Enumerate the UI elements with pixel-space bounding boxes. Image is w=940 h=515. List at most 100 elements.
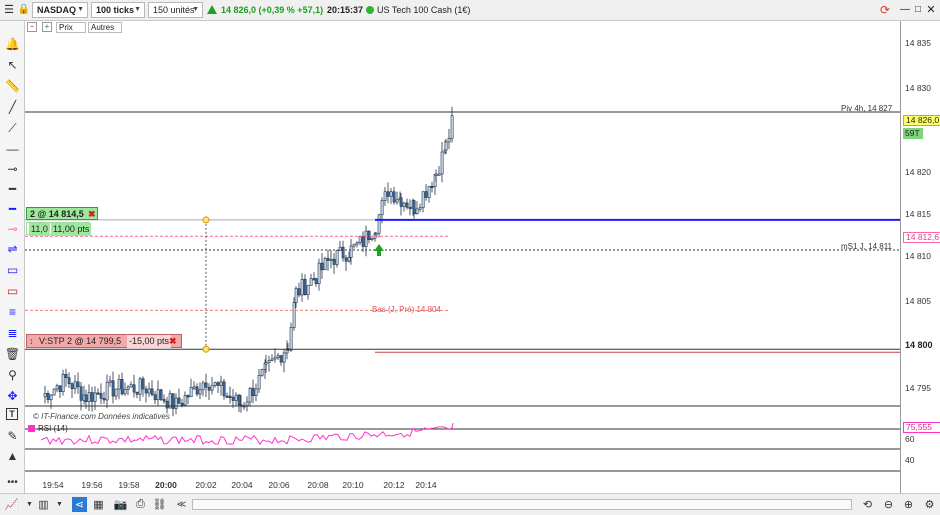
stop-drag-icon[interactable]: ↕: [29, 335, 34, 348]
candle-body: [189, 387, 193, 398]
candle-body: [412, 200, 416, 215]
candle-body: [102, 398, 106, 401]
horizontal-line-icon[interactable]: —: [3, 140, 22, 158]
pink-line-icon[interactable]: ⊸: [3, 220, 22, 238]
candle-body: [144, 388, 148, 394]
eraser-icon[interactable]: ▲: [3, 447, 22, 465]
text-tool-icon[interactable]: T: [6, 408, 18, 420]
minimize-icon[interactable]: —: [899, 3, 911, 17]
units-select[interactable]: 150 unités ▼: [148, 2, 203, 18]
link-icon[interactable]: ⛓: [152, 497, 167, 512]
period-select[interactable]: 100 ticks ▼: [91, 2, 145, 18]
horizontal-line-bold-icon[interactable]: ━: [3, 180, 22, 198]
top-toolbar: ☰ 🔒 NASDAQ ▼ 100 ticks ▼ 150 unités ▼ 14 82…: [0, 0, 940, 21]
zoom-settings-icon[interactable]: ⚙: [922, 497, 937, 512]
fibonacci-icon[interactable]: ≡: [3, 303, 22, 321]
entry-handle: [202, 216, 210, 224]
status-dot-icon: [366, 6, 374, 14]
alert-bell-icon[interactable]: 🔔: [3, 35, 22, 53]
price-tick: 14 810: [905, 251, 931, 261]
horizontal-scrollbar[interactable]: [192, 499, 852, 510]
close-icon[interactable]: ✕: [925, 3, 937, 17]
tab-prix[interactable]: Prix: [56, 22, 86, 33]
price-tick: 14 820: [905, 167, 931, 177]
share-icon[interactable]: ⋖: [72, 497, 87, 512]
candle-body: [213, 382, 217, 386]
position-order-tag[interactable]: 2 @ 14 814,5 ✖: [26, 207, 98, 220]
candle-body: [198, 389, 202, 395]
candle-body: [309, 278, 313, 286]
candle-body: [126, 386, 130, 390]
candle-body: [49, 394, 53, 400]
price-chart[interactable]: [25, 21, 900, 493]
horizontal-ray-icon[interactable]: ⊸: [3, 160, 22, 178]
position-close-icon[interactable]: ✖: [88, 208, 96, 221]
candle-body: [424, 191, 428, 198]
scroll-left-icon[interactable]: ≪: [174, 497, 189, 512]
stop-close-icon[interactable]: ✖: [169, 335, 177, 348]
segment-tool-icon[interactable]: ⟋: [3, 119, 22, 137]
product-name: US Tech 100 Cash (1€): [377, 5, 471, 15]
chart-type-icon[interactable]: ▥: [36, 497, 51, 512]
stop-order-tag[interactable]: ↕ V:STP 2 @ 14 799,5 -15,00 pts ✖: [26, 334, 182, 348]
price-tick: 14 795: [905, 383, 931, 393]
trash-icon[interactable]: 🗑: [3, 345, 22, 363]
candle-body: [96, 392, 100, 395]
candle-body: [289, 327, 293, 351]
candle-body: [355, 242, 359, 245]
tab-remove-icon[interactable]: −: [27, 22, 37, 32]
chevron-down-icon[interactable]: ▼: [22, 497, 37, 512]
candle-body: [273, 357, 277, 360]
maximize-icon[interactable]: □: [912, 3, 924, 17]
grid-layout-icon[interactable]: ▦: [91, 497, 106, 512]
zoom-out-icon[interactable]: ⊖: [881, 497, 896, 512]
time-axis[interactable]: 19:54 19:56 19:58 20:00 20:02 20:04 20:0…: [25, 478, 900, 493]
more-tools-icon[interactable]: •••: [3, 473, 22, 491]
drawing-toolbar: 🔔 ↖ 📏 ╱ ⟋ — ⊸ ━ ━ ⊸ ⇌ ▭ ▭ ≡ ≣ 🗑 ⚲ ✥ T ✎ …: [0, 21, 25, 493]
fan-tool-icon[interactable]: ≣: [3, 324, 22, 342]
time-tick: 20:14: [415, 480, 437, 490]
pencil-icon[interactable]: ✎: [3, 427, 22, 445]
camera-icon[interactable]: 📷: [113, 497, 128, 512]
rectangle-tool-icon[interactable]: ▭: [3, 261, 22, 279]
rsi-label[interactable]: RSI (14): [38, 424, 68, 433]
chevron-down-icon[interactable]: ▼: [52, 497, 67, 512]
candle-body: [108, 380, 112, 383]
menu-icon[interactable]: ☰: [2, 3, 16, 17]
channel-tool-icon[interactable]: ⇌: [3, 240, 22, 258]
price-tick: 14 830: [905, 83, 931, 93]
ruler-icon[interactable]: 📏: [3, 77, 22, 95]
candle-body: [392, 191, 396, 203]
candle-body: [222, 381, 226, 397]
candle-body: [300, 278, 304, 296]
price-axis[interactable]: 14 835 14 830 14 820 14 815 14 810 14 80…: [900, 21, 940, 493]
candle-body: [335, 250, 339, 265]
red-rectangle-icon[interactable]: ▭: [3, 282, 22, 300]
candle-body: [159, 389, 163, 400]
zoom-in-icon[interactable]: ⊕: [901, 497, 916, 512]
candle-body: [251, 387, 255, 396]
sync-icon[interactable]: ⟳: [880, 3, 894, 17]
zoom-fit-icon[interactable]: ⟲: [860, 497, 875, 512]
instrument-select[interactable]: NASDAQ ▼: [32, 2, 88, 18]
candle-body: [270, 358, 274, 361]
candle-body: [192, 386, 196, 389]
candle-body: [314, 278, 318, 284]
print-icon[interactable]: ⎙: [133, 497, 148, 512]
candle-body: [207, 386, 211, 391]
candle-body: [135, 391, 139, 395]
candle-body: [254, 388, 258, 396]
candle-body: [79, 386, 83, 401]
magnet-icon[interactable]: ⚲: [3, 366, 22, 384]
candle-body: [361, 236, 365, 247]
lock-icon[interactable]: 🔒: [17, 3, 31, 17]
cursor-icon[interactable]: ↖: [3, 56, 22, 74]
indicator-icon[interactable]: 📈: [4, 497, 19, 512]
candle-body: [427, 185, 431, 198]
blue-line-icon[interactable]: ━: [3, 200, 22, 218]
tab-autres[interactable]: Autres: [88, 22, 122, 33]
rsi-color-swatch: [28, 425, 35, 432]
tab-add-icon[interactable]: +: [42, 22, 52, 32]
line-tool-icon[interactable]: ╱: [3, 98, 22, 116]
move-icon[interactable]: ✥: [3, 387, 22, 405]
